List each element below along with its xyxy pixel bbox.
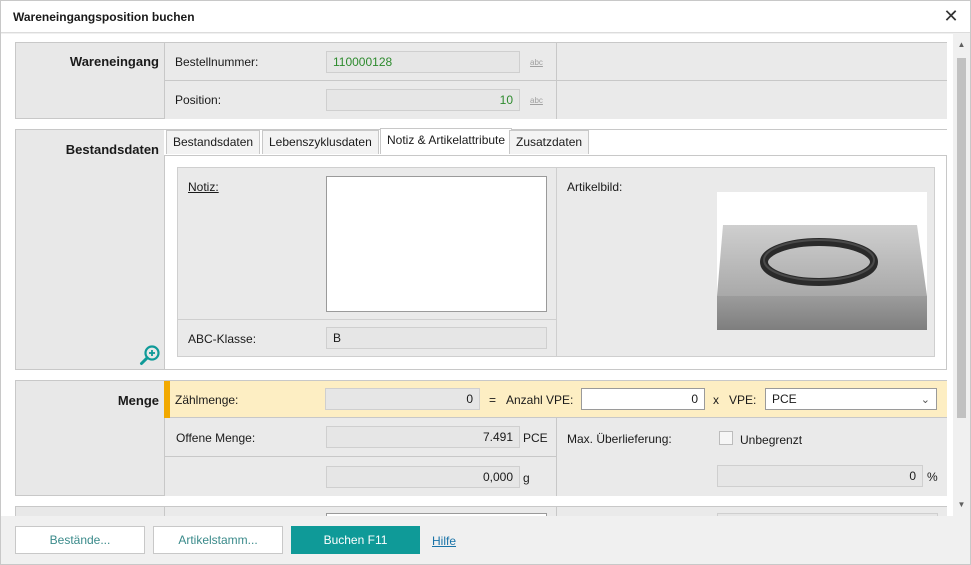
form-content: Wareneingang Bestellnummer: 110000128 ab… [1,34,970,516]
menge-section: Menge Zählmenge: 0 = Anzahl VPE: 0 x VPE… [15,380,947,496]
wareneingang-empty-cell [556,43,947,81]
position-row: Position: 10 abc [164,81,556,119]
zaehlmenge-row: Zählmenge: 0 = Anzahl VPE: 0 x VPE: PCE … [164,381,947,418]
bestaende-button[interactable]: Bestände... [15,526,145,554]
divider [556,168,557,357]
unbegrenzt-checkbox[interactable] [719,431,733,445]
tab-lebenszyklusdaten[interactable]: Lebenszyklusdaten [262,130,379,154]
tab-bestandsdaten[interactable]: Bestandsdaten [166,130,261,154]
notiz-panel: Notiz: ABC-Klasse: B Artikelbild: [177,167,935,357]
scroll-down-icon[interactable]: ▼ [956,500,967,510]
next-section-field[interactable] [326,513,547,516]
abc-icon[interactable]: abc [530,58,543,67]
bestandsdaten-section: Bestandsdaten Bestandsdaten Lebenszyklus… [15,128,947,370]
vpe-label: VPE: [729,393,757,407]
unbegrenzt-label: Unbegrenzt [740,433,803,447]
bestellnummer-row: Bestellnummer: 110000128 abc [164,43,556,81]
menge-title: Menge [117,393,159,408]
position-empty-cell [556,81,947,119]
bestellnummer-label: Bestellnummer: [175,55,259,69]
next-section-cell [556,507,947,516]
notiz-label: Notiz: [188,180,219,194]
vertical-scrollbar[interactable]: ▲ ▼ [953,34,970,516]
vpe-select[interactable]: PCE ⌄ [765,388,937,410]
notiz-textarea[interactable] [326,176,547,312]
position-label: Position: [175,93,222,107]
gewicht-unit: g [523,471,530,485]
offene-menge-label: Offene Menge: [176,431,256,445]
buchen-button[interactable]: Buchen F11 [291,526,420,554]
gewicht-row: 0,000 g [164,457,556,496]
prozent-unit: % [927,470,938,484]
abc-klasse-field[interactable]: B [326,327,547,349]
bestellnummer-field[interactable]: 110000128 [326,51,520,73]
highlight-bar [164,381,170,418]
bestandsdaten-title: Bestandsdaten [65,142,159,157]
equals-sign: = [489,393,497,407]
abc-klasse-label: ABC-Klasse: [188,332,257,346]
times-sign: x [713,393,719,407]
vpe-select-value: PCE [772,392,797,406]
dialog-title: Wareneingangsposition buchen [13,10,195,24]
artikelbild-image [717,192,927,330]
prozent-field[interactable]: 0 [717,465,923,487]
chevron-down-icon[interactable]: ⌄ [921,393,930,406]
artikelbild-label: Artikelbild: [567,180,623,194]
anzahl-vpe-field[interactable]: 0 [581,388,705,410]
tab-zusatzdaten[interactable]: Zusatzdaten [509,130,590,154]
gewicht-field[interactable]: 0,000 [326,466,520,488]
next-section [15,506,947,516]
wareneingang-title: Wareneingang [69,54,159,69]
zaehlmenge-field[interactable]: 0 [325,388,480,410]
title-bar: Wareneingangsposition buchen ✕ [1,1,970,33]
divider [178,319,556,320]
scrollbar-thumb[interactable] [957,58,966,418]
hilfe-link[interactable]: Hilfe [432,534,456,548]
tab-notiz-artikelattribute[interactable]: Notiz & Artikelattribute [380,128,513,154]
anzahl-vpe-label: Anzahl VPE: [506,393,574,407]
max-ueberlieferung-label: Max. Überlieferung: [567,432,672,446]
wareneingang-section: Wareneingang Bestellnummer: 110000128 ab… [15,42,947,119]
abc-icon[interactable]: abc [530,96,543,105]
tab-panel: Notiz: ABC-Klasse: B Artikelbild: [164,155,947,370]
next-section-field[interactable] [717,513,938,516]
offene-menge-field[interactable]: 7.491 [326,426,520,448]
tab-area: Bestandsdaten Lebenszyklusdaten Notiz & … [164,128,947,370]
offene-menge-unit: PCE [523,431,548,445]
artikelstamm-button[interactable]: Artikelstamm... [153,526,283,554]
zaehlmenge-label: Zählmenge: [175,393,239,407]
dialog-window: Wareneingangsposition buchen ✕ Wareneing… [0,0,971,565]
offene-menge-row: Offene Menge: 7.491 PCE [164,418,556,457]
zoom-in-icon[interactable] [139,344,161,369]
position-field[interactable]: 10 [326,89,520,111]
close-icon[interactable]: ✕ [940,5,962,27]
tab-strip: Bestandsdaten Lebenszyklusdaten Notiz & … [164,128,947,156]
ueberlieferung-cell: Max. Überlieferung: Unbegrenzt 0 % [556,418,947,496]
scroll-up-icon[interactable]: ▲ [956,40,967,50]
next-section-cell [164,507,556,516]
